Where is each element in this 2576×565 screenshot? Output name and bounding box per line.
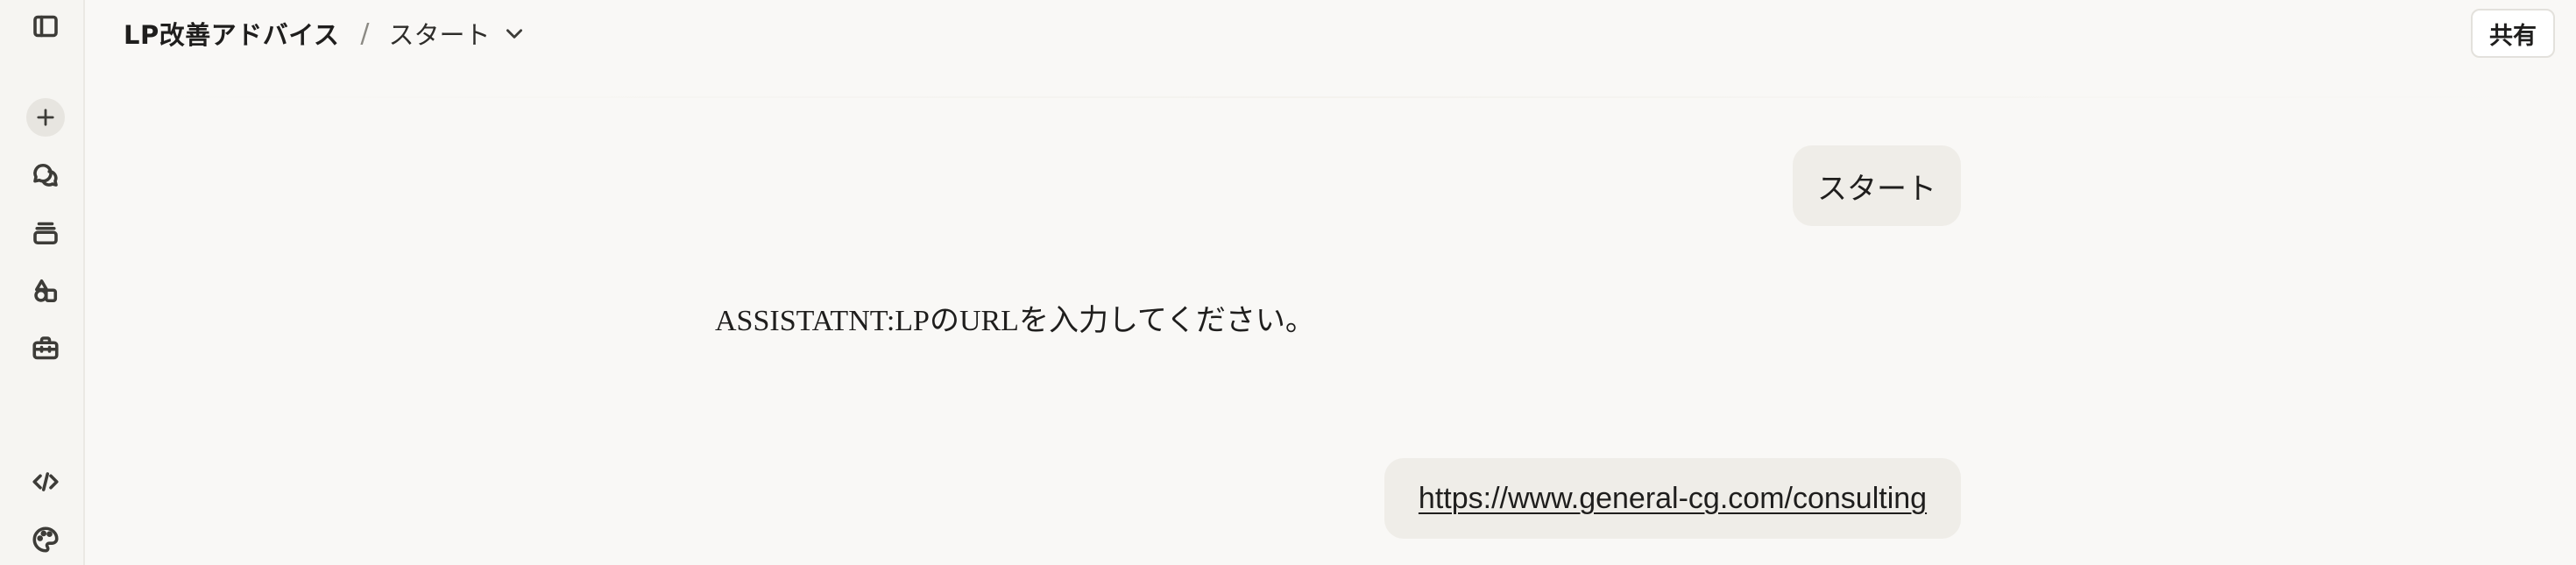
projects-button[interactable]: [21, 208, 70, 258]
projects-icon: [33, 222, 58, 245]
code-button[interactable]: [21, 457, 70, 506]
chats-button[interactable]: [21, 151, 70, 200]
artifacts-button[interactable]: [21, 266, 70, 315]
breadcrumb: LP改善アドバイス / スタート: [124, 12, 526, 54]
header-divider: [85, 96, 2576, 98]
user-message-bubble: スタート: [1793, 145, 1961, 226]
tools-button[interactable]: [21, 324, 70, 373]
top-bar: LP改善アドバイス / スタート 共有: [85, 0, 2576, 67]
new-chat-button[interactable]: [21, 93, 70, 142]
sidebar-toggle-icon: [33, 15, 58, 38]
user-message-bubble: https://www.general-cg.com/consulting: [1384, 458, 1961, 539]
briefcase-icon: [32, 336, 59, 360]
chat-title: スタート: [388, 20, 491, 50]
artifacts-icon: [34, 279, 58, 303]
sidebar-toggle-button[interactable]: [21, 2, 70, 51]
url-link[interactable]: https://www.general-cg.com/consulting: [1419, 482, 1927, 516]
palette-button[interactable]: [21, 515, 70, 564]
palette-icon: [32, 526, 59, 553]
new-chat-circle: [26, 98, 65, 137]
plus-icon: [37, 109, 54, 126]
sidebar: [0, 0, 85, 565]
app-window: LP改善アドバイス / スタート 共有 スタート ASSISTATNT:LPのU…: [0, 0, 2576, 565]
assistant-message-text: ASSISTATNT:LPのURLを入力してください。: [715, 305, 1315, 337]
chevron-down-icon: [506, 29, 522, 39]
breadcrumb-project[interactable]: LP改善アドバイス: [124, 15, 339, 52]
user-message-text: スタート: [1817, 171, 1936, 207]
breadcrumb-separator: /: [360, 18, 370, 49]
chat-title-menu[interactable]: スタート: [388, 15, 525, 52]
share-button[interactable]: 共有: [2471, 9, 2555, 58]
code-icon: [32, 472, 59, 491]
chats-icon: [33, 163, 58, 187]
